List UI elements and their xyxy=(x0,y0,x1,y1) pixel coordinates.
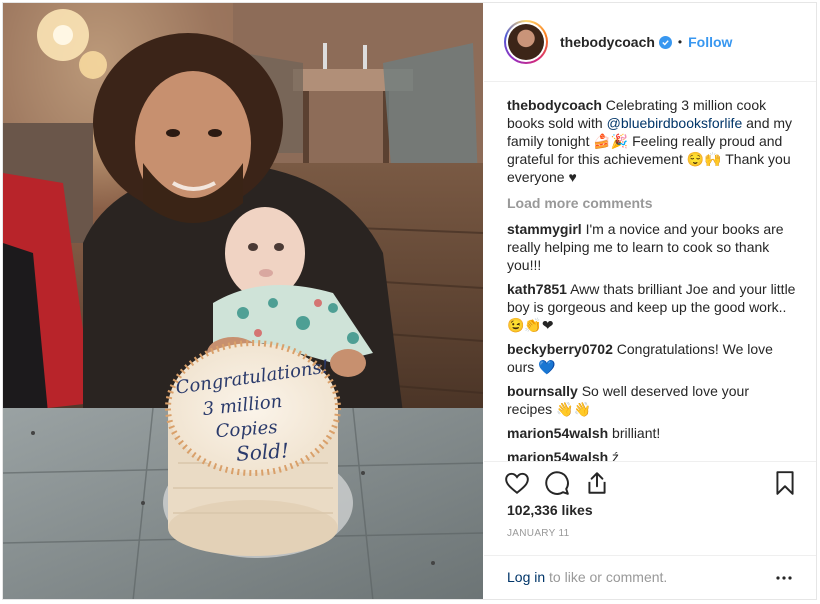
follow-button[interactable]: Follow xyxy=(688,34,732,50)
likes-count[interactable]: 102,336 likes xyxy=(507,502,593,518)
avatar-image xyxy=(508,24,544,60)
cake-text-line-4: Sold! xyxy=(235,438,290,466)
cake-text-line-3: Copies xyxy=(215,417,278,442)
separator-dot: • xyxy=(677,35,683,49)
more-options-icon[interactable] xyxy=(775,569,793,587)
comments-list: thebodycoach Celebrating 3 million cook … xyxy=(484,82,816,461)
comment-item: bournsally So well deserved love your re… xyxy=(507,382,798,418)
comment-username[interactable]: bournsally xyxy=(507,383,578,399)
comment-text: ź xyxy=(612,449,620,461)
comment-item: kath7851 Aww thats brilliant Joe and you… xyxy=(507,280,798,334)
comment-item: stammygirl I'm a novice and your books a… xyxy=(507,220,798,274)
login-prompt: Log in to like or comment. xyxy=(507,569,667,585)
comment-username[interactable]: beckyberry0702 xyxy=(507,341,613,357)
load-more-comments-button[interactable]: Load more comments xyxy=(507,194,798,212)
instagram-post-embed: Congratulations! 3 million Copies Sold! … xyxy=(2,2,817,600)
comment-item: beckyberry0702 Congratulations! We love … xyxy=(507,340,798,376)
comment-username[interactable]: marion54walsh xyxy=(507,425,608,441)
header-username[interactable]: thebodycoach xyxy=(560,34,655,50)
verified-badge-icon xyxy=(658,35,672,49)
post-date[interactable]: JANUARY 11 xyxy=(507,528,569,539)
post-photo-illustration: Congratulations! 3 million Copies Sold! xyxy=(3,3,483,599)
caption-username[interactable]: thebodycoach xyxy=(507,97,602,113)
login-link[interactable]: Log in xyxy=(507,569,545,585)
post-header: thebodycoach • Follow xyxy=(484,3,816,82)
post-side-panel: thebodycoach • Follow thebodycoach Celeb… xyxy=(484,3,816,599)
post-photo[interactable]: Congratulations! 3 million Copies Sold! xyxy=(3,3,483,599)
action-icon-row xyxy=(504,470,804,500)
login-bar: Log in to like or comment. xyxy=(484,555,816,599)
comment-username[interactable]: marion54walsh xyxy=(507,449,608,461)
avatar[interactable] xyxy=(504,20,548,64)
login-prompt-rest: to like or comment. xyxy=(545,569,668,585)
comment-username[interactable]: stammygirl xyxy=(507,221,582,237)
heart-icon[interactable] xyxy=(504,470,532,498)
comment-icon[interactable] xyxy=(544,470,572,498)
bookmark-icon[interactable] xyxy=(772,470,800,498)
caption-mention-link[interactable]: @bluebirdbooksforlife xyxy=(607,115,743,131)
comment-username[interactable]: kath7851 xyxy=(507,281,567,297)
share-icon[interactable] xyxy=(584,470,612,498)
comment-item: marion54walsh brilliant! xyxy=(507,424,798,442)
comment-text: brilliant! xyxy=(612,425,661,441)
post-caption: thebodycoach Celebrating 3 million cook … xyxy=(507,96,798,186)
comment-item: marion54walsh ź xyxy=(507,448,798,461)
avatar-inner xyxy=(506,22,546,62)
